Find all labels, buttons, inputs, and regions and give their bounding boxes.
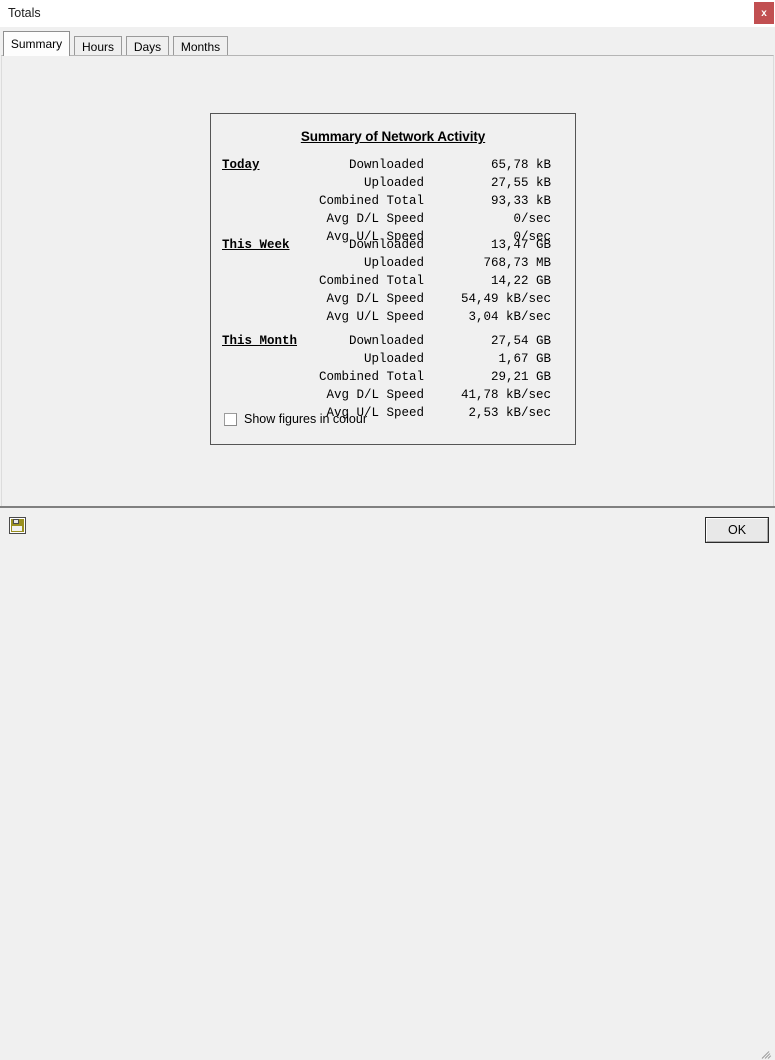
stat-label: Combined Total [318, 194, 424, 208]
stat-label: Avg U/L Speed [326, 406, 424, 420]
stat-label: Downloaded [348, 158, 424, 172]
checkbox-box[interactable] [224, 412, 237, 426]
ok-button[interactable]: OK [705, 517, 769, 543]
stat-value: 2,53 kB/sec [468, 406, 551, 420]
stat-value: 3,04 kB/sec [468, 310, 551, 324]
floppy-label-area [12, 526, 22, 531]
stat-label: Avg D/L Speed [326, 388, 424, 402]
tab-days[interactable]: Days [126, 36, 169, 56]
window-titlebar: Totals x [0, 0, 775, 28]
stat-label: Uploaded [363, 176, 424, 190]
stat-value: 41,78 kB/sec [460, 388, 551, 402]
section-heading: This Month [222, 334, 298, 348]
stat-label: Uploaded [363, 256, 424, 270]
summary-title: Summary of Network Activity [300, 129, 486, 144]
summary-panel: Summary of Network Activity Show figures… [210, 113, 576, 445]
tab-hours[interactable]: Hours [74, 36, 122, 56]
stat-value: 29,21 GB [490, 370, 551, 384]
stat-label: Avg D/L Speed [326, 292, 424, 306]
resize-grip[interactable] [760, 1046, 774, 1060]
stat-value: 93,33 kB [490, 194, 551, 208]
floppy-shutter [13, 519, 19, 524]
tab-summary[interactable]: Summary [3, 31, 70, 56]
stat-value: 27,54 GB [490, 334, 551, 348]
stat-value: 13,47 GB [490, 238, 551, 252]
bottom-bar: OK [0, 508, 775, 1059]
stat-value: 768,73 MB [483, 256, 551, 270]
tab-months[interactable]: Months [173, 36, 228, 56]
stat-value: 1,67 GB [498, 352, 551, 366]
section-heading: Today [222, 158, 260, 172]
stat-label: Downloaded [348, 334, 424, 348]
stat-label: Downloaded [348, 238, 424, 252]
tab-strip: Summary Hours Days Months [0, 27, 775, 56]
stat-label: Combined Total [318, 370, 424, 384]
save-button[interactable] [5, 513, 29, 537]
ok-button-label: OK [706, 518, 768, 542]
stat-label: Avg U/L Speed [326, 310, 424, 324]
tab-content-panel: Summary of Network Activity Show figures… [1, 55, 774, 506]
stat-value: 65,78 kB [490, 158, 551, 172]
stat-label: Combined Total [318, 274, 424, 288]
stat-label: Uploaded [363, 352, 424, 366]
floppy-disk-save-icon [9, 517, 26, 534]
stat-label: Avg D/L Speed [326, 212, 424, 226]
stat-value: 14,22 GB [490, 274, 551, 288]
section-heading: This Week [222, 238, 290, 252]
window-title: Totals [8, 6, 41, 20]
close-icon[interactable]: x [754, 2, 774, 24]
stat-value: 0/sec [513, 212, 551, 226]
stat-value: 54,49 kB/sec [460, 292, 551, 306]
stat-value: 27,55 kB [490, 176, 551, 190]
